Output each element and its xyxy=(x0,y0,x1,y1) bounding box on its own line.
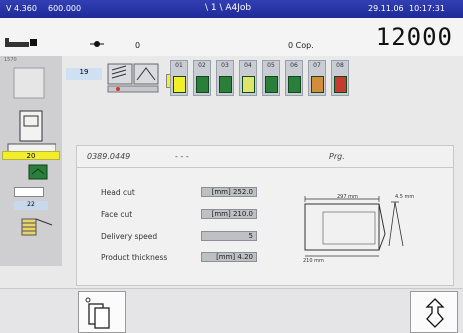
program-label: Prg. xyxy=(329,152,345,161)
product-thickness-label: Product thickness xyxy=(101,253,168,262)
green-module-icon[interactable] xyxy=(28,164,48,180)
slot-green-icon xyxy=(219,76,232,93)
stage-indicator: 20 xyxy=(2,151,60,160)
slot-01[interactable]: 01 xyxy=(170,60,188,96)
dim-top-label: 297 mm xyxy=(337,194,358,200)
face-cut-label: Face cut xyxy=(101,210,133,219)
screen: V 4.360 600.000 \ 1 \ A4Job 29.11.06 10:… xyxy=(0,0,463,333)
product-dimension-diagram xyxy=(304,196,404,257)
counter-left-value: 0 xyxy=(135,41,141,50)
slot-02[interactable]: 02 xyxy=(193,60,211,96)
dim-right-label: 4.5 mm xyxy=(395,194,415,200)
job-dashes: - - - xyxy=(175,152,189,161)
machine-icon[interactable] xyxy=(4,36,38,50)
slot-08[interactable]: 08 xyxy=(331,60,349,96)
face-cut-field[interactable]: [mm] 210.0 xyxy=(201,209,257,219)
station-number: 19 xyxy=(66,68,102,80)
ramp-icon[interactable] xyxy=(20,213,54,239)
slot-03[interactable]: 03 xyxy=(216,60,234,96)
slot-feeder-icon xyxy=(173,76,186,93)
date-label: 29.11.06 xyxy=(368,4,404,13)
slot-05[interactable]: 05 xyxy=(262,60,280,96)
title-bar: V 4.360 600.000 \ 1 \ A4Job 29.11.06 10:… xyxy=(0,0,463,18)
exit-icon xyxy=(425,298,445,328)
slot-yellow-icon xyxy=(242,76,255,93)
job-panel: 0389.0449 - - - Prg. Head cut [mm] 252.0… xyxy=(76,145,454,286)
copy-icon xyxy=(85,297,110,329)
exit-button[interactable] xyxy=(410,291,458,333)
slot-orange-icon xyxy=(311,76,324,93)
dim-bottom-label: 210 mm xyxy=(303,258,324,264)
version-label: V 4.360 xyxy=(6,4,37,13)
head-cut-label: Head cut xyxy=(101,188,135,197)
slot-green-icon xyxy=(288,76,301,93)
copy-button[interactable] xyxy=(78,291,126,333)
small-label: 1570 xyxy=(4,57,17,63)
delivery-speed-field[interactable]: 5 xyxy=(201,231,257,241)
station-controls-icon[interactable] xyxy=(106,62,162,94)
job-id: 0389.0449 xyxy=(87,152,131,161)
copies-label: 0 Cop. xyxy=(288,41,314,50)
slot-07[interactable]: 07 xyxy=(308,60,326,96)
left-column: 1570 20 22 xyxy=(0,56,62,266)
slot-green-icon xyxy=(265,76,278,93)
head-cut-field[interactable]: [mm] 252.0 xyxy=(201,187,257,197)
time-label: 10:17:31 xyxy=(409,4,445,13)
blank-slot xyxy=(14,187,44,197)
slot-06[interactable]: 06 xyxy=(285,60,303,96)
big-counter: 12000 xyxy=(375,23,453,51)
code-label: 600.000 xyxy=(48,4,82,13)
panel-header: 0389.0449 - - - Prg. xyxy=(77,146,453,168)
counter-row: 0 0 Cop. 12000 xyxy=(0,18,463,56)
sensor-icon xyxy=(90,41,104,47)
stacker-graphic xyxy=(7,67,56,153)
stage-number-22: 22 xyxy=(14,201,48,210)
slot-04[interactable]: 04 xyxy=(239,60,257,96)
slot-green-icon xyxy=(196,76,209,93)
slot-red-icon xyxy=(334,76,347,93)
product-thickness-field[interactable]: [mm] 4.20 xyxy=(201,252,257,262)
bottom-bar xyxy=(0,288,463,333)
delivery-speed-label: Delivery speed xyxy=(101,232,158,241)
window-title: \ 1 \ A4Job xyxy=(205,3,252,13)
